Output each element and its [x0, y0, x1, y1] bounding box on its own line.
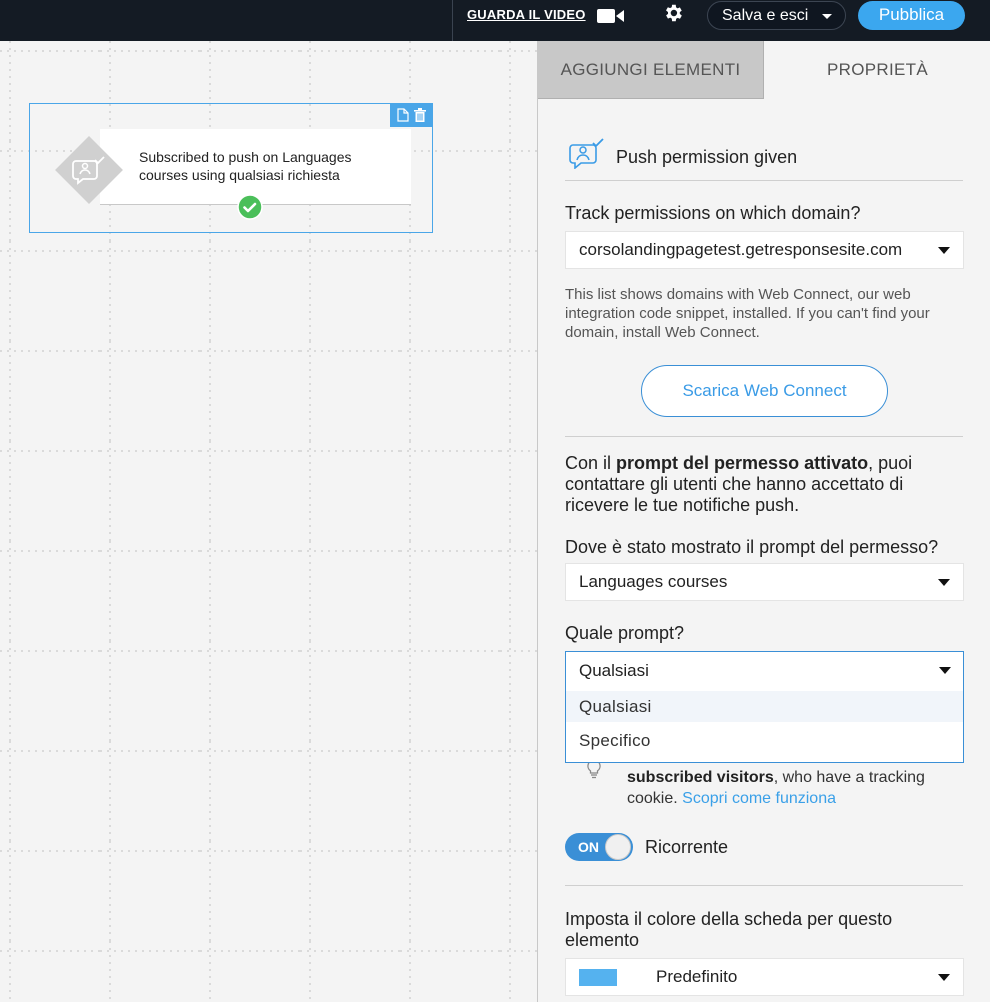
recurring-toggle[interactable]: ON: [565, 833, 633, 861]
workflow-node-push-permission[interactable]: Subscribed to push on Languages courses …: [29, 103, 433, 233]
where-select-value: Languages courses: [579, 572, 728, 591]
video-camera-icon[interactable]: [597, 8, 625, 24]
where-label: Dove è stato mostrato il prompt del perm…: [565, 537, 939, 557]
workflow-canvas[interactable]: Subscribed to push on Languages courses …: [0, 41, 537, 1002]
toggle-knob: [605, 834, 631, 860]
panel-tabs: AGGIUNGI ELEMENTI PROPRIETÀ: [538, 41, 990, 99]
document-icon[interactable]: [397, 108, 409, 122]
divider: [565, 436, 963, 437]
divider: [565, 885, 963, 886]
element-title: Push permission given: [616, 147, 798, 167]
topbar-divider: [452, 0, 453, 41]
trash-icon[interactable]: [414, 108, 427, 122]
save-and-exit-label: Salva e esci: [722, 7, 809, 24]
which-prompt-dropdown[interactable]: Qualsiasi Qualsiasi Specifico: [565, 651, 964, 763]
properties-panel: AGGIUNGI ELEMENTI PROPRIETÀ Push permiss…: [537, 41, 990, 1002]
caret-down-icon: [938, 579, 950, 586]
watch-video-link[interactable]: GUARDA IL VIDEO: [467, 7, 586, 22]
prompt-description-bold: prompt del permesso attivato: [616, 453, 869, 473]
card-color-value: Predefinito: [656, 967, 738, 986]
download-web-connect-button[interactable]: Scarica Web Connect: [641, 365, 888, 417]
push-permission-node-icon: [55, 136, 123, 204]
divider: [565, 180, 963, 181]
domain-select[interactable]: corsolandingpagetest.getresponsesite.com: [565, 231, 964, 269]
domain-help-text: This list shows domains with Web Connect…: [565, 286, 930, 341]
domain-label: Track permissions on which domain?: [565, 203, 861, 223]
which-prompt-select[interactable]: Qualsiasi: [566, 652, 963, 690]
tab-properties[interactable]: PROPRIETÀ: [764, 41, 990, 99]
top-bar: GUARDA IL VIDEO Salva e esci Pubblica: [0, 0, 990, 41]
chevron-down-icon: [822, 14, 832, 19]
tracking-note: subscribed visitors, who have a tracking…: [627, 767, 967, 809]
gear-icon[interactable]: [662, 2, 684, 24]
color-swatch: [579, 969, 617, 986]
caret-down-icon: [939, 667, 951, 674]
publish-button[interactable]: Pubblica: [858, 1, 965, 30]
prompt-description-prefix: Con il: [565, 453, 617, 473]
card-color-label: Imposta il colore della scheda per quest…: [565, 909, 893, 950]
recurring-label: Ricorrente: [645, 837, 729, 857]
which-prompt-value: Qualsiasi: [579, 661, 649, 680]
dropdown-option[interactable]: Qualsiasi: [566, 691, 963, 722]
save-and-exit-button[interactable]: Salva e esci: [707, 1, 846, 30]
node-description: Subscribed to push on Languages courses …: [139, 149, 352, 183]
where-select[interactable]: Languages courses: [565, 563, 964, 601]
caret-down-icon: [938, 247, 950, 254]
check-circle-icon: [237, 194, 263, 220]
dropdown-option[interactable]: Specifico: [566, 725, 963, 756]
domain-select-value: corsolandingpagetest.getresponsesite.com: [579, 240, 903, 259]
prompt-description: Con il prompt del permesso attivato, puo…: [565, 453, 965, 516]
card-color-select[interactable]: Predefinito: [565, 958, 964, 996]
caret-down-icon: [938, 974, 950, 981]
toggle-state-label: ON: [578, 839, 599, 855]
tracking-note-bold: subscribed visitors: [627, 769, 774, 786]
tab-add-elements[interactable]: AGGIUNGI ELEMENTI: [538, 41, 764, 99]
which-prompt-label: Quale prompt?: [565, 623, 685, 643]
node-toolbar: [390, 103, 433, 127]
learn-how-link[interactable]: Scopri come funziona: [682, 790, 836, 807]
push-permission-icon: [569, 138, 604, 169]
